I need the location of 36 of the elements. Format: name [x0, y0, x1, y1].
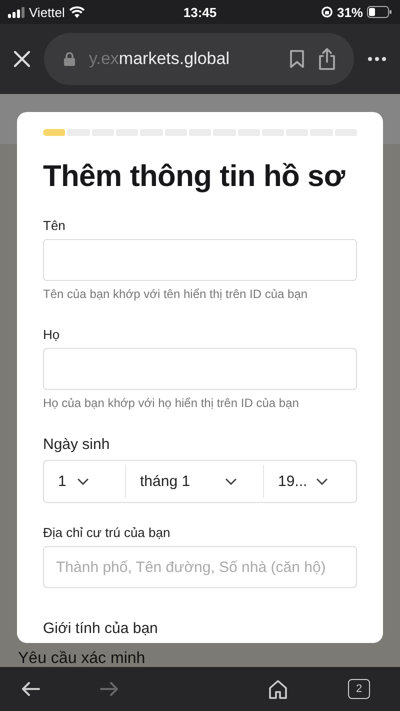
- field-label: Ngày sinh: [43, 436, 111, 453]
- battery-percentage: 31%: [336, 4, 363, 20]
- url-text: y.exmarkets.global: [89, 49, 230, 69]
- signal-icon: [8, 6, 25, 18]
- share-icon[interactable]: [318, 48, 336, 70]
- address-bar[interactable]: y.exmarkets.global: [44, 33, 354, 85]
- chevron-down-icon: [225, 478, 237, 485]
- month-dropdown[interactable]: tháng 1: [126, 465, 264, 498]
- clock-time: 13:45: [183, 4, 217, 20]
- address-field[interactable]: Thành phố, Tên đường, Số nhà (căn hộ): [43, 546, 357, 588]
- field-label: Giới tính của bạn: [43, 620, 159, 637]
- field-hint: Họ của bạn khớp với họ hiển thị trên ID của bạn: [43, 396, 300, 410]
- forward-arrow-icon: [100, 682, 118, 696]
- close-icon: [14, 51, 30, 67]
- chevron-down-icon: [316, 478, 328, 485]
- battery-icon: [367, 6, 392, 18]
- wifi-icon: [68, 6, 85, 18]
- back-arrow-icon: [22, 682, 40, 696]
- rotation-lock-icon: [320, 6, 333, 18]
- last-name-field[interactable]: [43, 348, 357, 390]
- year-dropdown[interactable]: 19...: [264, 461, 356, 502]
- first-name-field[interactable]: [43, 239, 357, 281]
- field-label: Tên: [43, 218, 66, 233]
- home-icon: [268, 679, 288, 699]
- chevron-down-icon: [77, 478, 89, 485]
- field-hint: Tên của bạn khớp với tên hiển thị trên ID của bạn: [43, 287, 309, 301]
- page-heading: Yêu cầu xác minh: [17, 649, 146, 669]
- field-label: Họ: [43, 327, 61, 342]
- day-dropdown[interactable]: 1: [44, 465, 126, 498]
- tabs-button[interactable]: 2: [348, 679, 370, 699]
- bookmark-icon[interactable]: [290, 50, 304, 68]
- carrier-name: Viettel: [29, 4, 65, 20]
- lock-icon: [64, 52, 75, 66]
- field-label: Địa chỉ cư trú của bạn: [43, 525, 172, 540]
- dialog-title: Thêm thông tin hồ sơ: [43, 160, 346, 194]
- more-icon: [368, 57, 386, 61]
